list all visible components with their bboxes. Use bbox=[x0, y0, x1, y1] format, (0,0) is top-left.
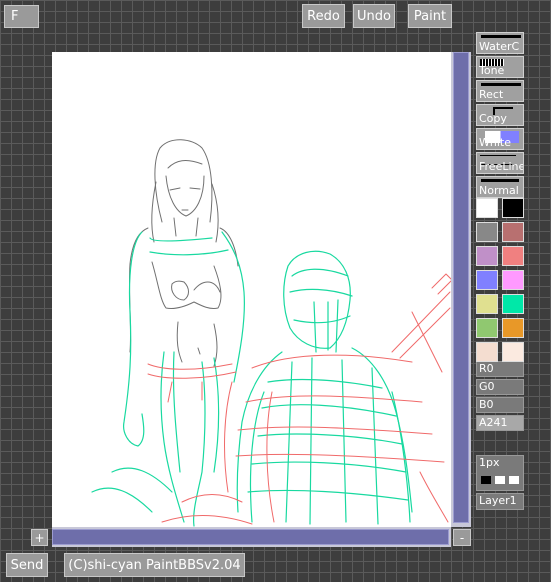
palette-swatch[interactable] bbox=[502, 294, 524, 314]
brush-size-panel[interactable]: 1px bbox=[476, 455, 524, 491]
edit-tool-label: Copy bbox=[479, 112, 507, 125]
credit-label: (C)shi-cyan PaintBBSv2.04 bbox=[64, 553, 245, 577]
palette-swatch[interactable] bbox=[502, 246, 524, 266]
blue-value[interactable]: B0 bbox=[476, 397, 524, 413]
blend-mode-tool[interactable]: Normal bbox=[476, 176, 524, 198]
palette-swatch[interactable] bbox=[476, 270, 498, 290]
edit-tool[interactable]: Copy bbox=[476, 104, 524, 126]
redo-button[interactable]: Redo bbox=[302, 4, 345, 28]
rect-icon bbox=[481, 83, 521, 86]
size-dot-2 bbox=[495, 476, 505, 484]
color-mode-label: White bbox=[479, 136, 511, 149]
palette-swatch[interactable] bbox=[476, 318, 498, 338]
mode-icon bbox=[481, 179, 519, 182]
brush-tool[interactable]: WaterC bbox=[476, 32, 524, 54]
brush-size-label: 1px bbox=[479, 456, 500, 469]
palette-swatch[interactable] bbox=[476, 342, 498, 362]
line-tool-label: FreeLine bbox=[479, 160, 524, 173]
size-dot-1 bbox=[481, 476, 491, 484]
color-mode-tool[interactable]: White bbox=[476, 128, 524, 150]
zoom-in-button[interactable]: + bbox=[31, 529, 48, 546]
vertical-scrollbar[interactable] bbox=[451, 52, 471, 527]
f-button[interactable]: F bbox=[4, 5, 39, 28]
alpha-value[interactable]: A241 bbox=[476, 415, 524, 431]
palette-swatch[interactable] bbox=[476, 222, 498, 242]
line-tool[interactable]: FreeLine bbox=[476, 152, 524, 174]
brush-tool-label: WaterC bbox=[479, 40, 520, 53]
size-dot-3 bbox=[509, 476, 519, 484]
blend-mode-label: Normal bbox=[479, 184, 519, 197]
palette-swatch[interactable] bbox=[502, 270, 524, 290]
palette-swatch[interactable] bbox=[476, 198, 498, 218]
palette-swatch[interactable] bbox=[502, 318, 524, 338]
green-value[interactable]: G0 bbox=[476, 379, 524, 395]
sketch-artwork bbox=[91, 139, 453, 527]
palette-swatch[interactable] bbox=[502, 342, 524, 362]
shape-tool[interactable]: Rect bbox=[476, 80, 524, 102]
horizontal-scrollbar[interactable] bbox=[52, 527, 451, 547]
palette-swatch[interactable] bbox=[476, 246, 498, 266]
palette-swatch[interactable] bbox=[502, 198, 524, 218]
tone-tool[interactable]: Tone bbox=[476, 56, 524, 78]
red-value[interactable]: R0 bbox=[476, 361, 524, 377]
palette-swatch[interactable] bbox=[476, 294, 498, 314]
tone-tool-label: Tone bbox=[479, 64, 505, 77]
horizontal-scroll-thumb[interactable] bbox=[52, 529, 449, 545]
shape-tool-label: Rect bbox=[479, 88, 504, 101]
vertical-scroll-thumb[interactable] bbox=[453, 52, 469, 523]
palette-swatch[interactable] bbox=[502, 222, 524, 242]
drawing-canvas[interactable] bbox=[52, 52, 453, 527]
paint-button[interactable]: Paint bbox=[408, 4, 452, 28]
undo-button[interactable]: Undo bbox=[353, 4, 395, 28]
zoom-out-button[interactable]: - bbox=[453, 529, 471, 546]
layer-selector[interactable]: Layer1 bbox=[476, 493, 524, 510]
send-button[interactable]: Send bbox=[6, 553, 48, 577]
brush-stroke-icon bbox=[481, 35, 521, 38]
